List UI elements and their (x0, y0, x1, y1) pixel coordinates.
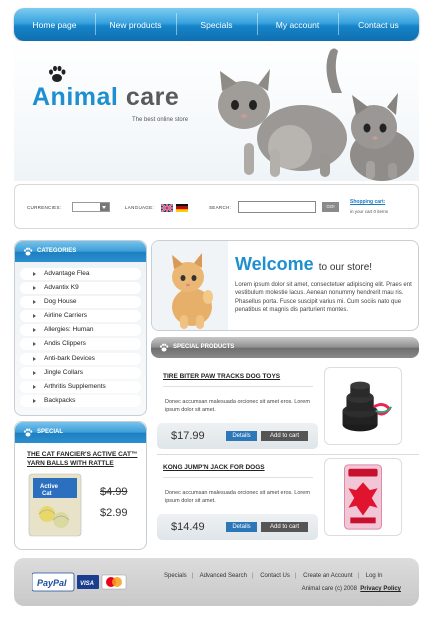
category-item[interactable]: Andis Clippers (20, 338, 141, 351)
currency-select[interactable] (72, 202, 110, 212)
product-name-link[interactable]: Kong Jump'n Jack for Dogs (163, 464, 265, 471)
logo[interactable]: Animal care The best online store (32, 65, 188, 123)
divider (163, 386, 313, 387)
welcome-word: Welcome (235, 254, 314, 274)
paw-icon (24, 428, 33, 437)
germany-flag-icon[interactable] (176, 204, 188, 212)
paw-icon (24, 247, 33, 256)
search-label: Search: (209, 205, 232, 210)
cart-status: in your cart 0 items (350, 209, 389, 214)
visa-logo: VISA (80, 581, 94, 587)
chevron-down-icon (100, 203, 109, 211)
divider (163, 477, 313, 478)
nav-new-products[interactable]: New products (95, 12, 176, 35)
copyright-text: Animal care (c) 2008 (301, 586, 357, 592)
welcome-heading: Welcome to our store! (235, 254, 372, 275)
nav-specials[interactable]: Specials (176, 12, 257, 35)
category-item[interactable]: Anti-bark Devices (20, 352, 141, 365)
category-item[interactable]: Allergies: Human (20, 324, 141, 337)
shopping-cart[interactable]: Shopping cart: in your cart 0 items (350, 199, 388, 214)
kitten-image (152, 241, 228, 330)
product-description: Donec accumsan malesuada orcionec sit am… (165, 490, 310, 504)
logo-text: Animal care (32, 83, 179, 112)
special-new-price: $2.99 (100, 507, 128, 519)
category-item[interactable]: Advantix K9 (20, 282, 141, 295)
category-item[interactable]: Arthritis Supplements (20, 380, 141, 393)
footer-link-log-in[interactable]: Log In (366, 573, 383, 579)
tagline: The best online store (132, 117, 189, 123)
special-box: Special The Cat Fancier's Active Cat™ Ya… (14, 421, 147, 550)
product-divider (157, 454, 419, 455)
footer-links: Specials | Advanced Search | Contact Us | C… (164, 573, 383, 579)
add-to-cart-button[interactable]: Add to cart (261, 522, 308, 532)
nav-home[interactable]: Home page (14, 20, 95, 30)
tire-toy-product-image[interactable] (324, 367, 402, 445)
footer-link-create-account[interactable]: Create an Account (303, 573, 352, 579)
categories-header: Categories (15, 241, 146, 262)
product-name-link[interactable]: Tire Biter Paw Tracks Dog Toys (163, 373, 280, 380)
category-item[interactable]: Airline Carriers (20, 310, 141, 323)
category-list: Advantage Flea Advantix K9 Dog House Air… (15, 262, 146, 407)
product-price: $14.49 (171, 521, 205, 533)
kong-toy-product-image[interactable] (324, 458, 402, 536)
footer-link-specials[interactable]: Specials (164, 573, 187, 579)
special-products-header: Special Products (151, 337, 419, 358)
welcome-text: Lorem ipsum dolor sit amet, consectetuer… (235, 282, 412, 313)
logo-word-animal: Animal (32, 83, 119, 111)
categories-title: Categories (37, 248, 77, 254)
svg-text:Cat: Cat (42, 491, 52, 497)
payment-methods-logos: PayPal VISA (32, 572, 127, 592)
add-to-cart-button[interactable]: Add to cart (261, 431, 308, 441)
nav-contact-us[interactable]: Contact us (338, 12, 419, 35)
paw-icon (160, 343, 169, 352)
special-old-price: $4.99 (100, 486, 128, 498)
special-products-title: Special Products (173, 344, 235, 350)
price-box: $17.99 Details Add to cart (157, 423, 318, 449)
uk-flag-icon[interactable] (161, 204, 173, 212)
details-button[interactable]: Details (226, 522, 257, 532)
category-item[interactable]: Dog House (20, 296, 141, 309)
cart-title[interactable]: Shopping cart: (350, 199, 388, 205)
copyright: Animal care (c) 2008 Privacy Policy (302, 586, 401, 592)
product-card: Kong Jump'n Jack for Dogs Donec accumsan… (157, 458, 419, 552)
header-banner: Animal care The best online store (14, 41, 419, 181)
privacy-policy-link[interactable]: Privacy Policy (360, 586, 401, 592)
search-bar: Currencies: Language: Search: GO! Shoppi… (14, 184, 419, 229)
welcome-box: Welcome to our store! Lorem ipsum dolor … (151, 240, 419, 331)
language-label: Language: (125, 205, 154, 210)
special-product-link[interactable]: The Cat Fancier's Active Cat™ Yarn Balls… (15, 443, 146, 468)
top-navigation: Home page New products Specials My accou… (14, 8, 419, 41)
category-item[interactable]: Advantage Flea (20, 268, 141, 280)
category-item[interactable]: Backpacks (20, 394, 141, 407)
product-price: $17.99 (171, 430, 205, 442)
product-description: Donec accumsan malesuada orcionec sit am… (165, 399, 310, 413)
categories-box: Categories Advantage Flea Advantix K9 Do… (14, 240, 147, 416)
footer-link-contact-us[interactable]: Contact Us (260, 573, 290, 579)
svg-text:Active: Active (40, 484, 59, 490)
price-box: $14.49 Details Add to cart (157, 514, 318, 540)
product-card: Tire Biter Paw Tracks Dog Toys Donec acc… (157, 367, 419, 461)
search-input[interactable] (238, 201, 316, 213)
currencies-label: Currencies: (27, 205, 62, 210)
footer-link-advanced-search[interactable]: Advanced Search (200, 573, 247, 579)
go-button[interactable]: GO! (322, 202, 339, 212)
details-button[interactable]: Details (226, 431, 257, 441)
category-item[interactable]: Jingle Collars (20, 366, 141, 379)
paypal-logo: PayPal (37, 578, 67, 588)
welcome-suffix: to our store! (318, 262, 373, 273)
paw-logo-icon (49, 65, 66, 82)
logo-word-care: care (125, 83, 180, 111)
nav-my-account[interactable]: My account (257, 12, 338, 35)
special-header: Special (15, 422, 146, 443)
yarn-balls-product-image[interactable]: Active Cat (27, 470, 107, 540)
special-title: Special (37, 429, 64, 435)
footer: PayPal VISA Specials | Advanced Search | C… (14, 558, 419, 606)
kittens-banner-image (218, 48, 414, 181)
